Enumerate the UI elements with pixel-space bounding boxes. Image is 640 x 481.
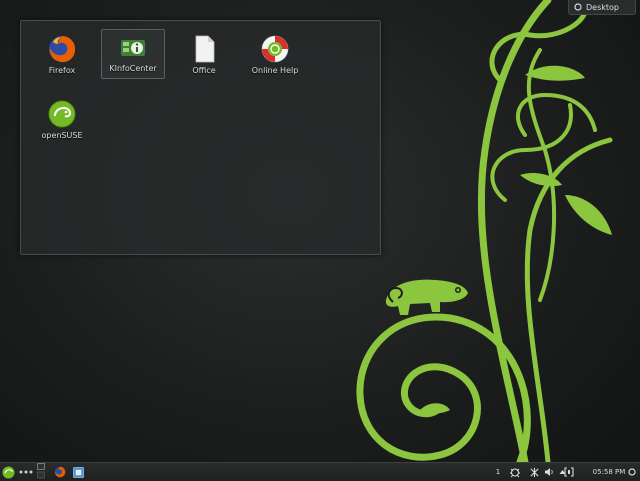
show-desktop-button[interactable] [37, 463, 45, 479]
desktop-icon-opensuse[interactable]: openSUSE [30, 96, 94, 146]
taskbar-file-manager-launcher[interactable] [71, 465, 85, 479]
plasma-cashew-icon [574, 3, 582, 11]
desktop-toolbox-button[interactable]: Desktop [568, 0, 636, 15]
systray-network[interactable] [528, 465, 540, 479]
opensuse-launcher-icon [1, 465, 15, 479]
desktop-pager-icon [37, 463, 45, 479]
speaker-icon [545, 468, 553, 476]
kinfocenter-icon [121, 40, 145, 56]
desktop-icon-online-help[interactable]: Online Help [243, 31, 307, 81]
desktop-icon-label: KInfoCenter [109, 64, 157, 73]
pager-number[interactable]: 1 [494, 465, 502, 479]
application-launcher-button[interactable] [1, 465, 15, 479]
dots-icon [19, 470, 33, 474]
desktop-icon-label: Firefox [48, 66, 76, 75]
activities-button[interactable] [19, 465, 33, 479]
desktop-icon-label: Office [192, 66, 216, 75]
desktop-toolbox-label: Desktop [586, 2, 619, 12]
bug-updater-icon [510, 468, 520, 478]
firefox-icon [54, 466, 66, 478]
systray-volume[interactable] [544, 465, 554, 479]
taskbar-panel: 1 05:58 PM [0, 462, 640, 481]
opensuse-icon [48, 100, 76, 128]
plasma-cashew-icon [628, 468, 636, 476]
desktop-icon-label: openSUSE [41, 131, 83, 140]
systray-updater[interactable] [508, 465, 522, 479]
folder-view-widget[interactable]: Firefox KInfoCenter Office Online Help o… [20, 20, 381, 255]
panel-toolbox-button[interactable] [627, 465, 637, 479]
taskbar-firefox-launcher[interactable] [53, 465, 67, 479]
help-lifebuoy-icon [261, 35, 289, 63]
file-manager-icon [72, 466, 84, 478]
desktop-icon-office[interactable]: Office [172, 31, 236, 81]
office-document-icon [195, 35, 215, 63]
desktop-icon-firefox[interactable]: Firefox [30, 31, 94, 81]
bracket-connection-icon [564, 467, 574, 477]
desktop-icon-kinfocenter[interactable]: KInfoCenter [101, 29, 165, 79]
systray-clipboard[interactable] [564, 465, 574, 479]
digital-clock[interactable]: 05:58 PM [590, 465, 628, 479]
desktop-icon-label: Online Help [251, 66, 299, 75]
network-disconnected-icon [529, 467, 539, 477]
firefox-icon [49, 36, 76, 63]
